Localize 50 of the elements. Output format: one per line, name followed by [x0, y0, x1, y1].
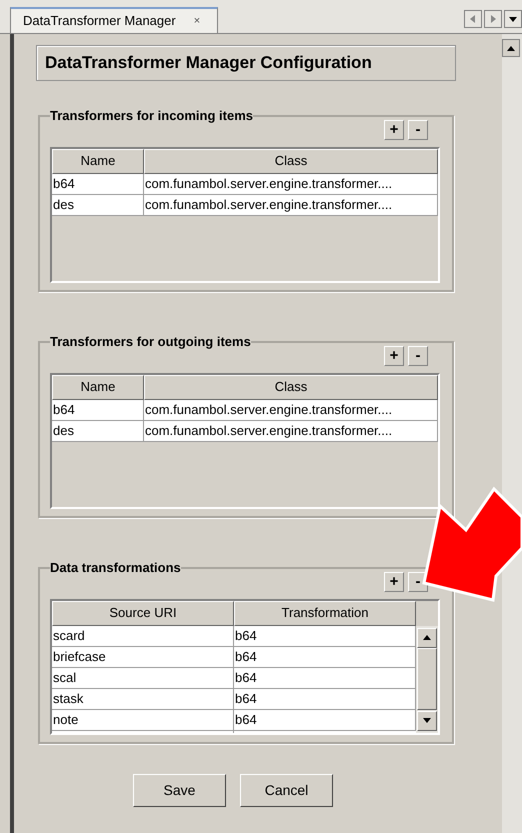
- save-button[interactable]: Save: [133, 774, 226, 807]
- group-title: Transformers for outgoing items: [50, 333, 251, 351]
- cancel-button[interactable]: Cancel: [240, 774, 333, 807]
- table-cell: b64: [234, 668, 416, 688]
- table-cell: b64: [234, 688, 416, 710]
- triangle-icon: [509, 15, 517, 23]
- close-tab-button[interactable]: ×: [194, 12, 200, 30]
- table-cell: b64: [234, 646, 416, 668]
- table-cell: com.funambol.server.engine.transformer....: [144, 194, 438, 216]
- table-cell: b64: [234, 710, 416, 730]
- table-cell: b64: [52, 400, 144, 420]
- triangle-icon: [469, 15, 477, 23]
- remove-button[interactable]: -: [408, 120, 428, 140]
- table-cell: com.funambol.server.engine.transformer....: [144, 400, 438, 420]
- scroll-up-button[interactable]: [502, 39, 520, 57]
- table-cell: b64: [234, 626, 416, 646]
- scroll-left-button[interactable]: [464, 10, 482, 28]
- table-cell: scard: [52, 626, 234, 646]
- add-button[interactable]: +: [384, 346, 404, 366]
- tab-title: DataTransformer Manager: [23, 12, 176, 30]
- column-header[interactable]: Class: [144, 374, 438, 400]
- table-cell: des: [52, 194, 144, 216]
- document-tab[interactable]: DataTransformer Manager ×: [10, 7, 218, 33]
- table-cell: note: [52, 710, 234, 730]
- table-cell: scal: [52, 668, 234, 688]
- remove-button[interactable]: -: [408, 346, 428, 366]
- scroll-thumb[interactable]: [417, 648, 437, 710]
- column-header[interactable]: Name: [52, 374, 144, 400]
- add-button[interactable]: +: [384, 572, 404, 592]
- column-header[interactable]: Name: [52, 148, 144, 174]
- scroll-down-button[interactable]: [417, 710, 437, 730]
- group-title: Data transformations: [50, 559, 181, 577]
- up-triangle-icon: [423, 635, 431, 640]
- add-button[interactable]: +: [384, 120, 404, 140]
- table-cell: stask: [52, 688, 234, 710]
- table-cell: com.funambol.server.engine.transformer....: [144, 174, 438, 194]
- tab-list-dropdown[interactable]: [504, 10, 522, 28]
- up-triangle-icon: [507, 46, 515, 50]
- group-title: Transformers for incoming items: [50, 107, 253, 125]
- table-cell: com.funambol.server.engine.transformer....: [144, 420, 438, 442]
- page-heading: DataTransformer Manager Configuration: [45, 52, 372, 74]
- down-triangle-icon: [423, 718, 431, 723]
- table-scrollbar[interactable]: [416, 626, 438, 732]
- table-cell: des: [52, 420, 144, 442]
- column-header[interactable]: Class: [144, 148, 438, 174]
- column-header[interactable]: Transformation: [234, 600, 416, 626]
- table-cell: b64: [52, 174, 144, 194]
- triangle-icon: [489, 15, 497, 23]
- column-header[interactable]: Source URI: [52, 600, 234, 626]
- table-cell: briefcase: [52, 646, 234, 668]
